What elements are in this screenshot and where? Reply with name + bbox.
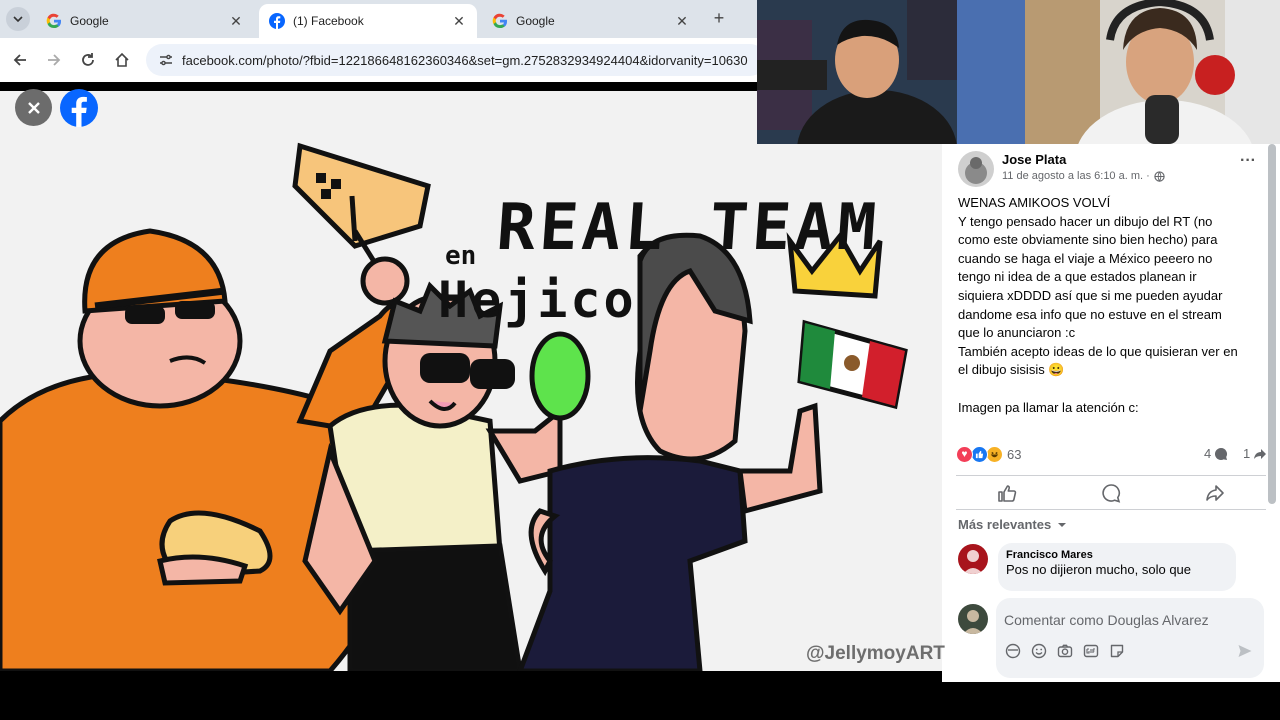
post-line: Imagen pa llamar la atención c: bbox=[958, 399, 1139, 415]
screen: { "browser": { "tabs": [ {"title": "Goog… bbox=[0, 0, 1280, 720]
post-body: WENAS AMIKOOS VOLVÍ Y tengo pensado hace… bbox=[958, 194, 1268, 417]
post-line: como este obviamente sino bien hecho) pa… bbox=[958, 232, 1218, 248]
google-icon bbox=[46, 13, 62, 29]
arrow-right-icon bbox=[48, 54, 61, 66]
tab-title: Google bbox=[516, 14, 555, 28]
tab-google-1[interactable]: Google ✕ bbox=[36, 4, 254, 38]
share-count[interactable]: 1 bbox=[1243, 446, 1267, 461]
google-icon bbox=[492, 13, 508, 29]
post-line: dandome esa info que no estuve en el str… bbox=[958, 306, 1222, 322]
drawing-subtitle-text: Hejico bbox=[438, 271, 637, 329]
back-button[interactable] bbox=[8, 48, 32, 72]
comment-icon bbox=[1102, 484, 1121, 503]
site-settings-icon[interactable] bbox=[156, 50, 176, 70]
comment-author[interactable]: Francisco Mares bbox=[1006, 549, 1228, 561]
reaction-count: 63 bbox=[1007, 447, 1022, 462]
panel-scrollbar[interactable] bbox=[1268, 144, 1276, 504]
close-photo-button[interactable] bbox=[15, 89, 52, 126]
close-icon bbox=[27, 101, 40, 114]
post-line: el dibujo sisisis 😀 bbox=[958, 362, 1065, 378]
post-meta: 11 de agosto a las 6:10 a. m. · bbox=[1002, 170, 1165, 182]
share-count-text: 1 bbox=[1243, 446, 1251, 461]
bottom-letterbox bbox=[0, 682, 1280, 720]
tab-facebook[interactable]: (1) Facebook ✕ bbox=[259, 4, 477, 38]
emoji-icon[interactable] bbox=[1030, 642, 1048, 660]
artist-watermark: @JellymoyART bbox=[806, 643, 945, 664]
globe-icon bbox=[1154, 170, 1165, 182]
webcam-left bbox=[757, 0, 1025, 144]
tab-strip: Google ✕ (1) Facebook ✕ Google ✕ + bbox=[0, 0, 760, 38]
comment-placeholder: Comentar como Douglas Alvarez bbox=[1004, 612, 1209, 628]
caret-down-icon bbox=[1058, 522, 1067, 527]
comment-text: Pos no dijieron mucho, solo que bbox=[1006, 562, 1192, 577]
drawing-subtitle-prefix: en bbox=[445, 241, 477, 271]
comment-input[interactable]: Comentar como Douglas Alvarez bbox=[996, 598, 1264, 678]
forward-button[interactable] bbox=[42, 48, 66, 72]
divider bbox=[956, 509, 1266, 510]
tab-title: Google bbox=[70, 14, 109, 28]
more-options-button[interactable]: ··· bbox=[1238, 153, 1258, 172]
close-tab-icon[interactable]: ✕ bbox=[674, 13, 690, 30]
post-line: Y tengo pensado hacer un dibujo del RT (… bbox=[958, 213, 1213, 229]
facebook-logo-icon[interactable] bbox=[60, 89, 98, 127]
post-side-panel: Jose Plata 11 de agosto a las 6:10 a. m.… bbox=[942, 144, 1280, 682]
drawing-title-text: REAL TEAM bbox=[494, 191, 883, 265]
chevron-down-icon bbox=[13, 16, 23, 23]
current-user-avatar[interactable] bbox=[958, 604, 988, 634]
reaction-summary[interactable]: ♥ 63 bbox=[956, 446, 1021, 463]
reload-icon bbox=[82, 53, 94, 66]
comment-bubble-icon bbox=[1215, 447, 1228, 460]
share-icon bbox=[1206, 485, 1224, 501]
send-icon[interactable] bbox=[1236, 642, 1254, 660]
divider bbox=[956, 475, 1266, 476]
tab-search-button[interactable] bbox=[6, 7, 30, 31]
camera-icon[interactable] bbox=[1056, 642, 1074, 660]
address-bar[interactable]: facebook.com/photo/?fbid=122186648162360… bbox=[146, 44, 766, 76]
comment-count-text: 4 bbox=[1204, 446, 1212, 461]
post-line: tengo ni idea de a que estados planean i… bbox=[958, 269, 1197, 285]
poster-name[interactable]: Jose Plata bbox=[1002, 152, 1066, 167]
comment-bubble: Francisco Mares Pos no dijieron mucho, s… bbox=[998, 543, 1236, 591]
share-button[interactable] bbox=[1200, 480, 1230, 506]
love-reaction-icon: ♥ bbox=[956, 446, 973, 463]
like-reaction-icon bbox=[971, 446, 988, 463]
webcam-right bbox=[1025, 0, 1280, 144]
fan-art-drawing bbox=[0, 142, 908, 671]
photo-viewer[interactable]: REAL TEAM en Hejico bbox=[0, 91, 942, 671]
home-button[interactable] bbox=[110, 48, 134, 72]
thumbs-up-icon bbox=[998, 485, 1017, 502]
haha-reaction-icon bbox=[986, 446, 1003, 463]
post-line: siquiera xDDDD así que si me pueden ayud… bbox=[958, 287, 1223, 303]
tab-google-2[interactable]: Google ✕ bbox=[482, 4, 700, 38]
comment-sort-dropdown[interactable]: Más relevantes bbox=[958, 517, 1067, 532]
commenter-avatar[interactable] bbox=[958, 544, 988, 574]
post-line: que lo anunciaron :c bbox=[958, 325, 1076, 341]
post-timestamp[interactable]: 11 de agosto a las 6:10 a. m. · bbox=[1002, 170, 1150, 182]
close-tab-icon[interactable]: ✕ bbox=[228, 13, 244, 30]
comment-button[interactable] bbox=[1096, 480, 1126, 506]
new-tab-button[interactable]: + bbox=[708, 8, 730, 30]
like-button[interactable] bbox=[992, 480, 1022, 506]
post-line: cuando se haga el viaje a México peeero … bbox=[958, 250, 1213, 266]
share-arrow-icon bbox=[1254, 448, 1267, 459]
poster-avatar[interactable] bbox=[958, 151, 994, 187]
reload-button[interactable] bbox=[76, 48, 100, 72]
home-icon bbox=[115, 52, 129, 67]
post-line: También acepto ideas de lo que quisieran… bbox=[958, 343, 1238, 359]
sticker-icon[interactable] bbox=[1108, 642, 1126, 660]
post-line bbox=[958, 380, 1268, 399]
comment-count[interactable]: 4 bbox=[1204, 446, 1228, 461]
avatar-sticker-icon[interactable] bbox=[1004, 642, 1022, 660]
facebook-icon bbox=[269, 13, 285, 29]
close-tab-icon[interactable]: ✕ bbox=[451, 13, 467, 30]
tab-title: (1) Facebook bbox=[293, 14, 364, 28]
browser-toolbar: facebook.com/photo/?fbid=122186648162360… bbox=[0, 38, 766, 82]
url-text: facebook.com/photo/?fbid=122186648162360… bbox=[182, 52, 748, 68]
arrow-left-icon bbox=[13, 54, 26, 66]
post-line: WENAS AMIKOOS VOLVÍ bbox=[958, 195, 1111, 210]
comment-sort-label: Más relevantes bbox=[958, 517, 1052, 532]
gif-icon[interactable] bbox=[1082, 642, 1100, 660]
